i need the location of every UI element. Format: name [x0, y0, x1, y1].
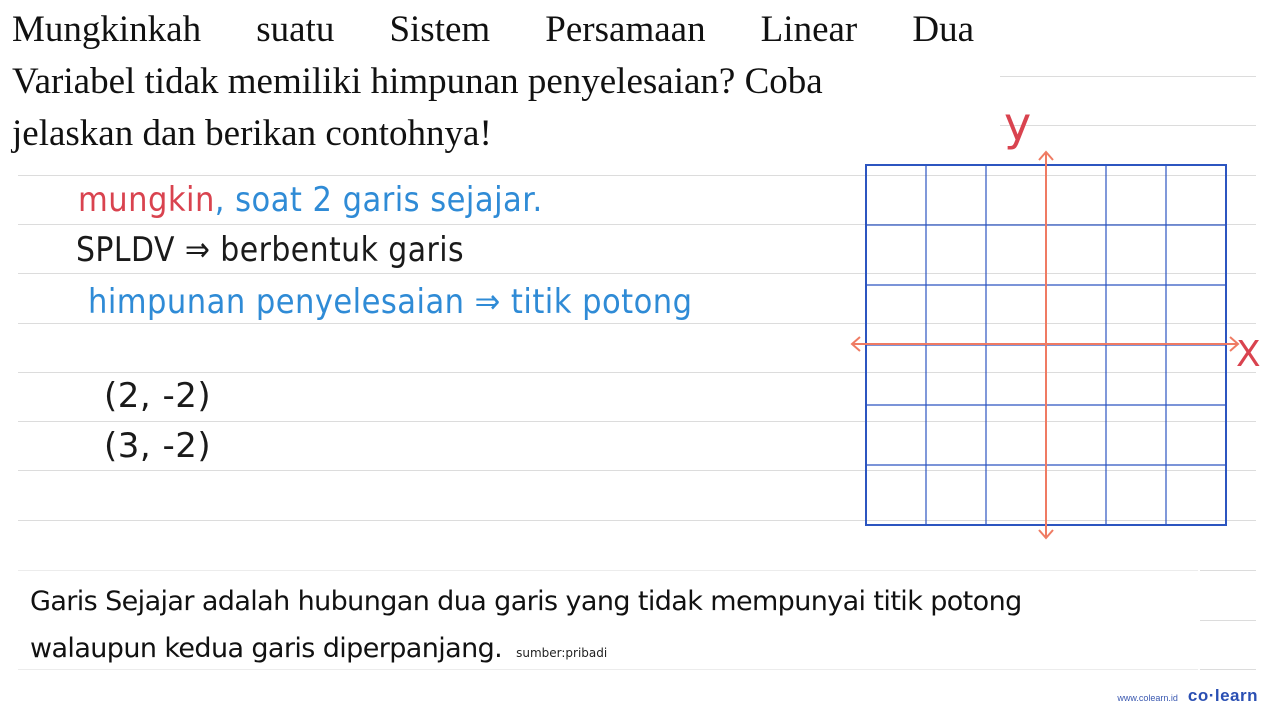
rule-line	[1200, 620, 1256, 621]
axes	[850, 150, 1240, 540]
point-2: (3, -2)	[104, 426, 212, 466]
question-text: Mungkinkah suatu Sistem Persamaan Linear…	[12, 4, 974, 160]
answer-line-2: SPLDV ⇒ berbentuk garis	[76, 230, 465, 270]
note-line-2: walaupun kedua garis diperpanjang. sumber…	[30, 625, 1022, 677]
rule-line	[1200, 570, 1256, 571]
colearn-logo: co·learn	[1187, 686, 1258, 705]
answer-mungkin: mungkin	[78, 180, 215, 220]
x-axis-label: X	[1236, 334, 1261, 375]
rule-line	[1200, 669, 1256, 670]
answer-line-1: mungkin, soat 2 garis sejajar.	[78, 180, 543, 220]
coordinate-grid: y X	[850, 100, 1261, 540]
source-label: sumber:pribadi	[516, 646, 608, 660]
question-line-2: Variabel tidak memiliki himpunan penyele…	[12, 61, 823, 102]
y-axis-label: y	[1004, 100, 1031, 151]
note-line-2-text: walaupun kedua garis diperpanjang.	[30, 633, 503, 664]
definition-note: Garis Sejajar adalah hubungan dua garis …	[30, 578, 1022, 677]
answer-line-3: himpunan penyelesaian ⇒ titik potong	[88, 282, 693, 322]
answer-sejajar: , soat 2 garis sejajar.	[214, 180, 543, 220]
rule-line	[1000, 76, 1256, 77]
note-line-1: Garis Sejajar adalah hubungan dua garis …	[30, 586, 1022, 617]
point-1: (2, -2)	[104, 376, 212, 416]
rule-line	[18, 570, 1198, 571]
brand-url[interactable]: www.colearn.id	[1117, 693, 1178, 703]
brand-footer: www.colearn.id co·learn	[1117, 686, 1258, 706]
question-line-1: Mungkinkah suatu Sistem Persamaan Linear…	[12, 9, 974, 50]
question-line-3: jelaskan dan berikan contohnya!	[12, 113, 492, 154]
